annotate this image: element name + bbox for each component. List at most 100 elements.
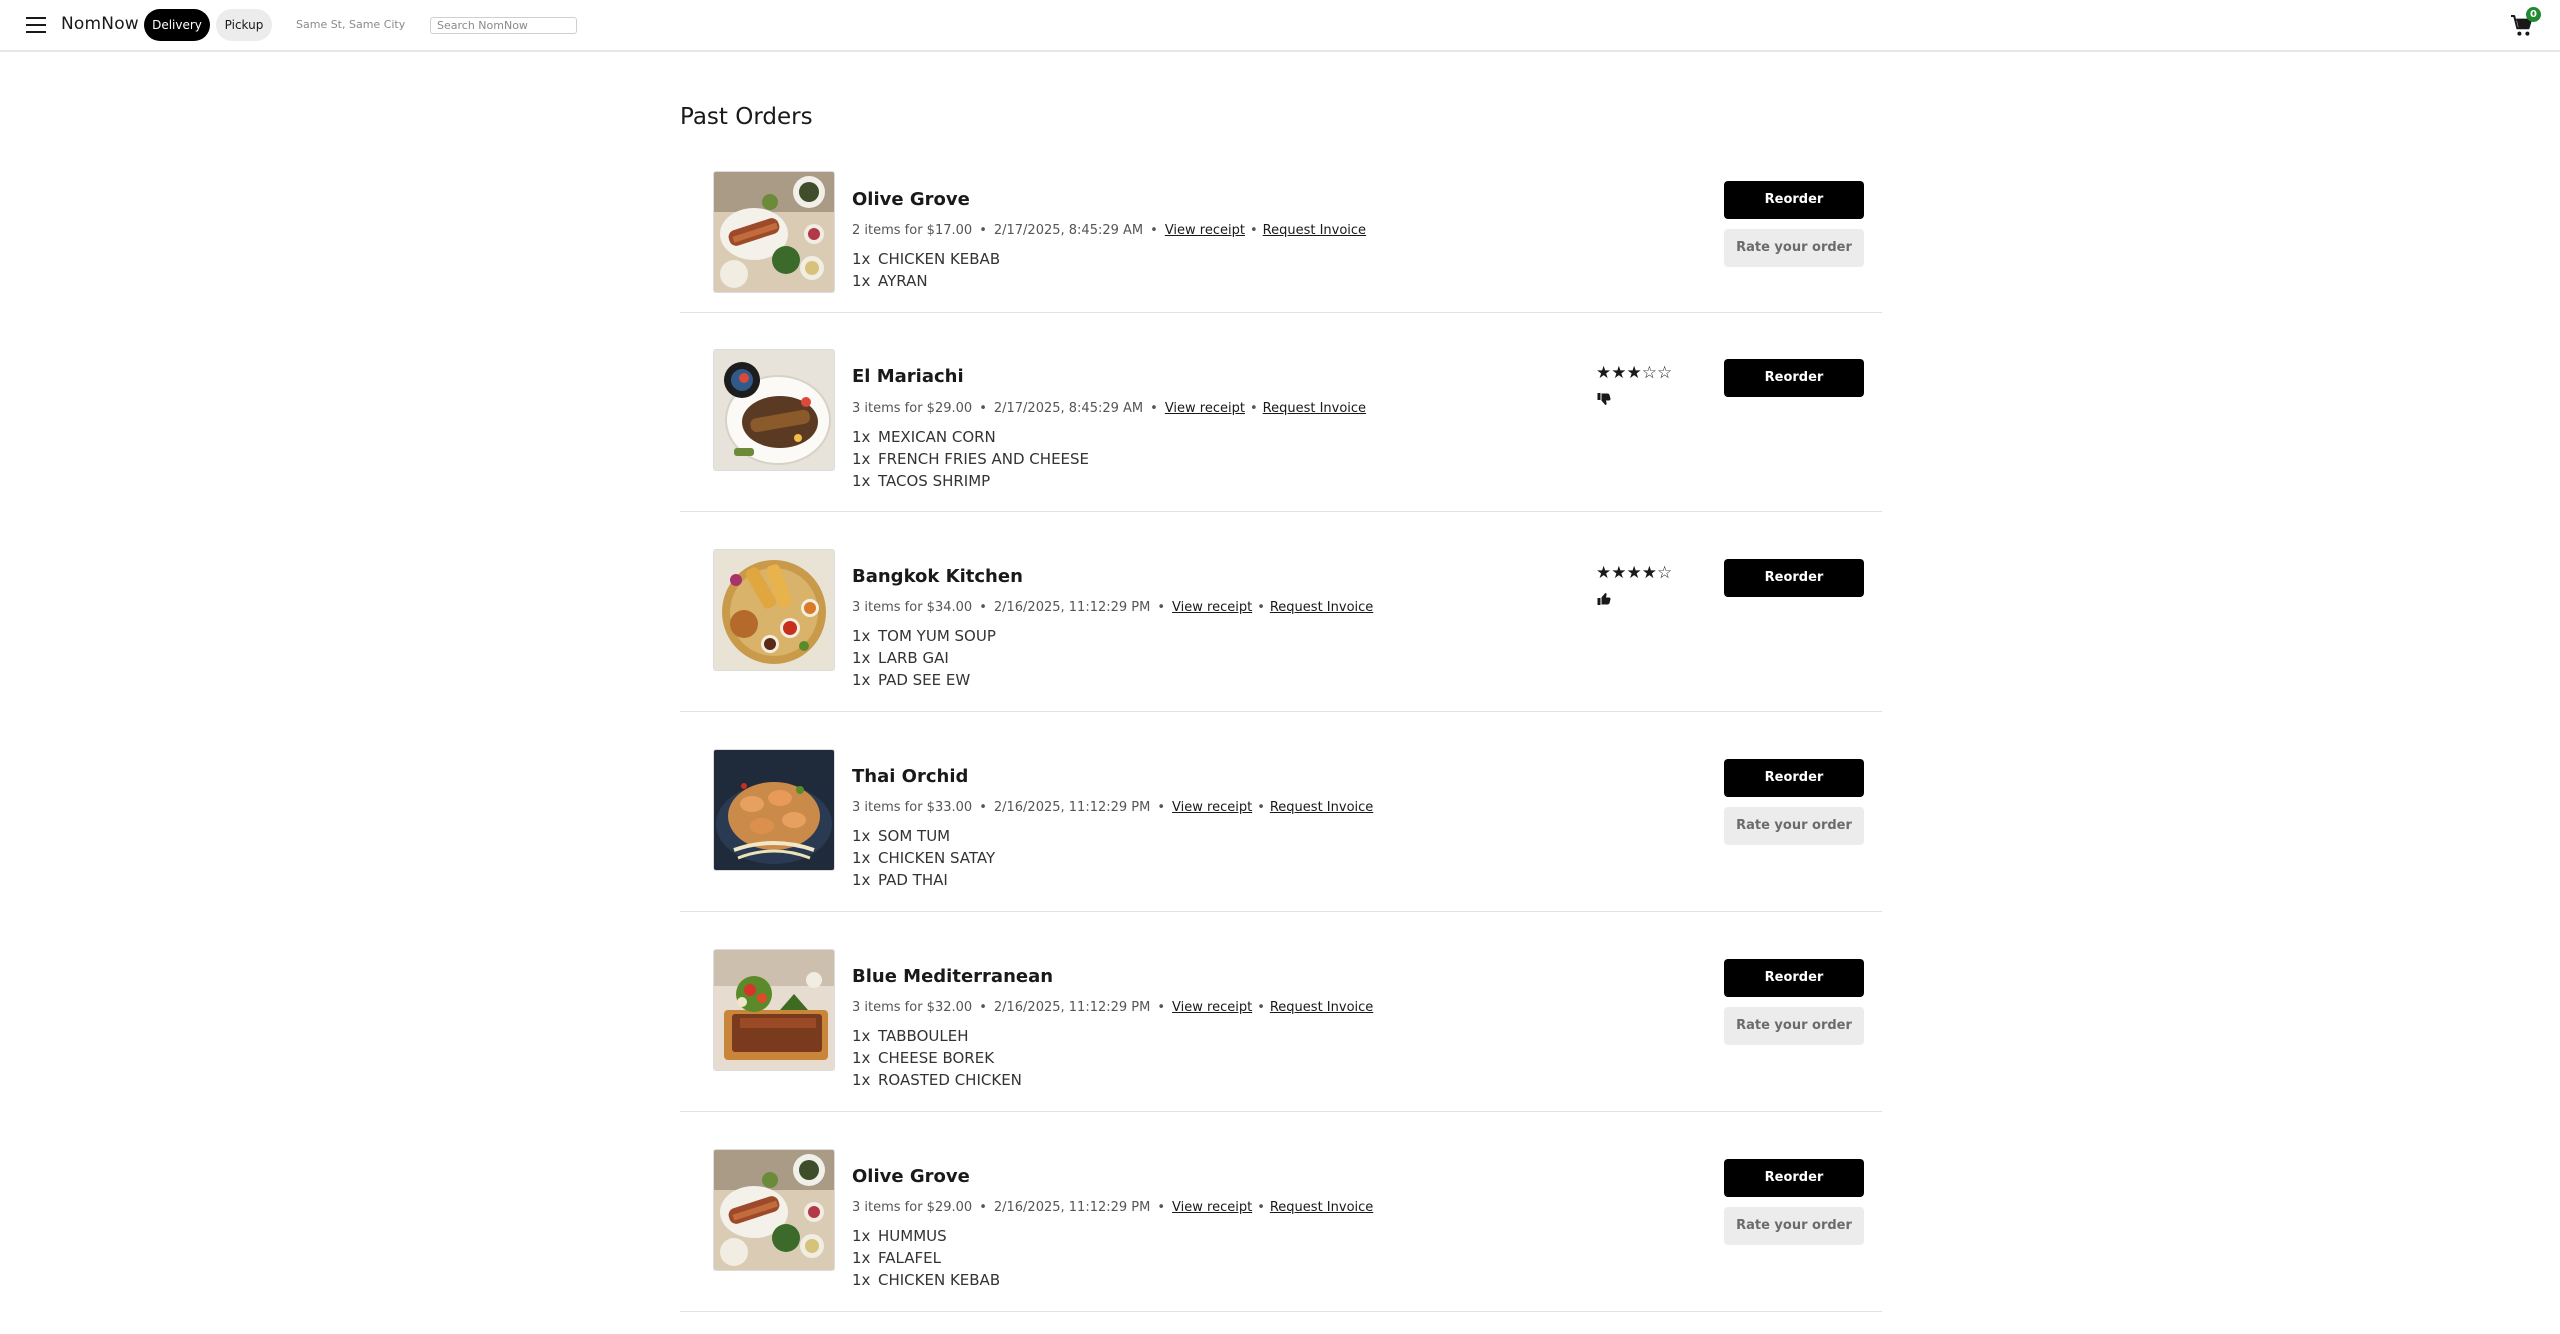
separator-dot: • xyxy=(1257,1200,1265,1215)
delivery-toggle-button[interactable]: Delivery xyxy=(144,9,210,41)
request-invoice-link[interactable]: Request Invoice xyxy=(1263,223,1366,238)
separator-dot: • xyxy=(1157,600,1166,615)
item-quantity: 1x xyxy=(852,849,871,867)
item-quantity: 1x xyxy=(852,1271,871,1289)
item-quantity: 1x xyxy=(852,250,871,268)
order-summary: 3 items for $29.00 xyxy=(852,401,973,416)
reorder-button[interactable]: Reorder xyxy=(1724,559,1864,597)
order-item: 1x LARB GAI xyxy=(852,649,949,667)
view-receipt-link[interactable]: View receipt xyxy=(1172,1000,1252,1015)
reorder-button[interactable]: Reorder xyxy=(1724,759,1864,797)
order-meta: 3 items for $29.00 • 2/17/2025, 8:45:29 AM… xyxy=(852,401,1366,416)
rate-order-button[interactable]: Rate your order xyxy=(1724,807,1864,845)
view-receipt-link[interactable]: View receipt xyxy=(1165,401,1245,416)
restaurant-name[interactable]: Blue Mediterranean xyxy=(852,966,1053,987)
order-datetime: 2/16/2025, 11:12:29 PM xyxy=(993,600,1151,615)
restaurant-name[interactable]: Thai Orchid xyxy=(852,766,968,787)
rate-order-button[interactable]: Rate your order xyxy=(1724,1007,1864,1045)
order-summary: 3 items for $29.00 xyxy=(852,1200,973,1215)
order-item: 1x MEXICAN CORN xyxy=(852,428,996,446)
restaurant-photo[interactable] xyxy=(713,1149,835,1271)
item-quantity: 1x xyxy=(852,1227,871,1245)
order-item: 1x FRENCH FRIES AND CHEESE xyxy=(852,450,1089,468)
rate-order-button[interactable]: Rate your order xyxy=(1724,1207,1864,1245)
restaurant-name[interactable]: Olive Grove xyxy=(852,189,970,210)
reorder-button[interactable]: Reorder xyxy=(1724,181,1864,219)
separator-dot: • xyxy=(979,1200,987,1215)
restaurant-photo[interactable] xyxy=(713,549,835,671)
order-datetime: 2/16/2025, 11:12:29 PM xyxy=(993,1200,1151,1215)
order-meta: 3 items for $34.00 • 2/16/2025, 11:12:29 P… xyxy=(852,600,1373,615)
order-summary: 3 items for $34.00 xyxy=(852,600,973,615)
hamburger-menu-icon[interactable] xyxy=(26,17,46,33)
order-item: 1x FALAFEL xyxy=(852,1249,941,1267)
view-receipt-link[interactable]: View receipt xyxy=(1172,600,1252,615)
item-name: HUMMUS xyxy=(878,1227,947,1245)
restaurant-name[interactable]: Olive Grove xyxy=(852,1166,970,1187)
order-item: 1x SOM TUM xyxy=(852,827,950,845)
separator-dot: • xyxy=(1150,223,1158,238)
order-datetime: 2/17/2025, 8:45:29 AM xyxy=(993,401,1144,416)
restaurant-photo[interactable] xyxy=(713,949,835,1071)
item-name: TOM YUM SOUP xyxy=(878,627,996,645)
restaurant-photo[interactable] xyxy=(713,171,835,293)
brand-logo-text[interactable]: NomNow xyxy=(61,14,139,34)
separator-dot: • xyxy=(979,1000,987,1015)
restaurant-photo[interactable] xyxy=(713,749,835,871)
item-name: ROASTED CHICKEN xyxy=(878,1071,1022,1089)
order-summary: 2 items for $17.00 xyxy=(852,223,973,238)
item-name: CHICKEN SATAY xyxy=(878,849,996,867)
cart-count-badge: 0 xyxy=(2526,7,2541,22)
item-name: FALAFEL xyxy=(878,1249,941,1267)
request-invoice-link[interactable]: Request Invoice xyxy=(1270,600,1373,615)
restaurant-name[interactable]: Bangkok Kitchen xyxy=(852,566,1023,587)
order-card: Blue Mediterranean 3 items for $32.00 • 2/… xyxy=(680,912,1882,1112)
reorder-button[interactable]: Reorder xyxy=(1724,359,1864,397)
order-item: 1x TACOS SHRIMP xyxy=(852,472,990,490)
restaurant-name[interactable]: El Mariachi xyxy=(852,366,964,387)
order-card: Bangkok Kitchen 3 items for $34.00 • 2/16/… xyxy=(680,512,1882,712)
thumbs-down-icon xyxy=(1597,393,1611,405)
view-receipt-link[interactable]: View receipt xyxy=(1165,223,1245,238)
restaurant-photo[interactable] xyxy=(713,349,835,471)
order-card: Olive Grove 3 items for $29.00 • 2/16/2025… xyxy=(680,1112,1882,1312)
item-name: TABBOULEH xyxy=(878,1027,969,1045)
item-quantity: 1x xyxy=(852,671,871,689)
request-invoice-link[interactable]: Request Invoice xyxy=(1270,800,1373,815)
item-quantity: 1x xyxy=(852,871,871,889)
item-quantity: 1x xyxy=(852,1049,871,1067)
order-item: 1x TABBOULEH xyxy=(852,1027,968,1045)
delivery-address[interactable]: Same St, Same City xyxy=(296,18,405,31)
separator-dot: • xyxy=(1249,223,1258,238)
item-name: SOM TUM xyxy=(878,827,951,845)
reorder-button[interactable]: Reorder xyxy=(1724,1159,1864,1197)
separator-dot: • xyxy=(979,600,987,615)
order-item: 1x ROASTED CHICKEN xyxy=(852,1071,1022,1089)
item-name: TACOS SHRIMP xyxy=(878,472,991,490)
item-name: CHICKEN KEBAB xyxy=(878,1271,1001,1289)
rate-order-button[interactable]: Rate your order xyxy=(1724,229,1864,267)
star-rating: ★★★★☆ xyxy=(1596,563,1673,583)
reorder-button[interactable]: Reorder xyxy=(1724,959,1864,997)
order-summary: 3 items for $32.00 xyxy=(852,1000,973,1015)
order-item: 1x CHEESE BOREK xyxy=(852,1049,994,1067)
pickup-toggle-button[interactable]: Pickup xyxy=(216,9,272,41)
item-quantity: 1x xyxy=(852,1027,871,1045)
request-invoice-link[interactable]: Request Invoice xyxy=(1270,1200,1373,1215)
order-card: El Mariachi 3 items for $29.00 • 2/17/2025… xyxy=(680,313,1882,512)
search-input[interactable] xyxy=(430,17,577,34)
order-card: Thai Orchid 3 items for $33.00 • 2/16/2025… xyxy=(680,712,1882,912)
order-meta: 2 items for $17.00 • 2/17/2025, 8:45:29 AM… xyxy=(852,223,1366,238)
view-receipt-link[interactable]: View receipt xyxy=(1172,1200,1252,1215)
star-rating: ★★★☆☆ xyxy=(1596,363,1673,383)
separator-dot: • xyxy=(1157,800,1166,815)
separator-dot: • xyxy=(1150,401,1158,416)
item-name: CHICKEN KEBAB xyxy=(878,250,1001,268)
view-receipt-link[interactable]: View receipt xyxy=(1172,800,1252,815)
request-invoice-link[interactable]: Request Invoice xyxy=(1270,1000,1373,1015)
item-name: PAD SEE EW xyxy=(878,671,971,689)
order-meta: 3 items for $32.00 • 2/16/2025, 11:12:29 P… xyxy=(852,1000,1373,1015)
top-navigation-bar: NomNow Delivery Pickup Same St, Same Cit… xyxy=(0,0,2560,52)
request-invoice-link[interactable]: Request Invoice xyxy=(1263,401,1366,416)
order-datetime: 2/16/2025, 11:12:29 PM xyxy=(993,800,1151,815)
